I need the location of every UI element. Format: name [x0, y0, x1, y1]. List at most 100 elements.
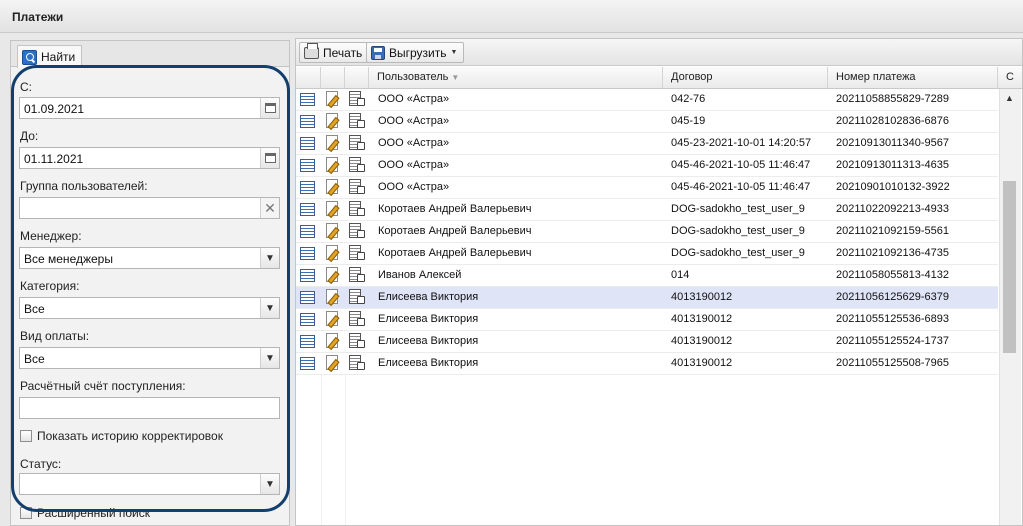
row-document-button[interactable] [349, 135, 366, 152]
show-history-checkbox[interactable] [20, 430, 32, 442]
edit-icon [326, 113, 338, 128]
payment-type-dropdown-button[interactable]: ▼ [260, 348, 279, 368]
cell-user: Елисеева Виктория [378, 291, 479, 303]
table-row[interactable]: ООО «Астра» 042-76 20211058855829-7289 [296, 89, 998, 111]
row-document-button[interactable] [349, 289, 366, 306]
header-contract[interactable]: Договор [663, 67, 828, 88]
category-select[interactable]: Все ▼ [19, 297, 280, 319]
row-edit-button[interactable] [326, 267, 343, 284]
to-date-field[interactable]: 01.11.2021 [19, 147, 280, 169]
manager-select[interactable]: Все менеджеры ▼ [19, 247, 280, 269]
table-row[interactable]: Коротаев Андрей Валерьевич DOG-sadokho_te… [296, 199, 998, 221]
user-group-field[interactable]: ✕ [19, 197, 280, 219]
row-details-button[interactable] [300, 91, 317, 108]
row-edit-button[interactable] [326, 91, 343, 108]
table-row[interactable]: Иванов Алексей 014 20211058055813-4132 [296, 265, 998, 287]
print-button[interactable]: Печать [299, 42, 370, 63]
export-button[interactable]: Выгрузить ▼ [366, 42, 465, 63]
payments-grid: Печать Выгрузить ▼ Пользователь ▼ Договор… [295, 38, 1023, 526]
tab-find[interactable]: Найти [17, 45, 83, 68]
row-details-button[interactable] [300, 179, 317, 196]
details-icon [300, 313, 315, 326]
table-row[interactable]: Елисеева Виктория 4013190012 2021105612562… [296, 287, 998, 309]
document-icon [349, 311, 365, 326]
row-document-button[interactable] [349, 113, 366, 130]
row-edit-button[interactable] [326, 289, 343, 306]
row-edit-button[interactable] [326, 113, 343, 130]
to-date-calendar-button[interactable] [260, 148, 279, 168]
table-row[interactable]: Елисеева Виктория 4013190012 2021105512553… [296, 309, 998, 331]
status-dropdown-button[interactable]: ▼ [260, 474, 279, 494]
scroll-thumb[interactable] [1003, 181, 1016, 353]
row-document-button[interactable] [349, 223, 366, 240]
payment-type-label: Вид оплаты: [20, 329, 90, 343]
calendar-icon [264, 103, 276, 113]
from-date-field[interactable]: 01.09.2021 [19, 97, 280, 119]
row-details-button[interactable] [300, 355, 317, 372]
header-user[interactable]: Пользователь ▼ [369, 67, 663, 88]
table-row[interactable]: ООО «Астра» 045-46-2021-10-05 11:46:47 202… [296, 155, 998, 177]
row-document-button[interactable] [349, 157, 366, 174]
table-row[interactable]: ООО «Астра» 045-23-2021-10-01 14:20:57 202… [296, 133, 998, 155]
row-edit-button[interactable] [326, 311, 343, 328]
row-details-button[interactable] [300, 113, 317, 130]
header-extra[interactable]: С [998, 67, 1022, 88]
cell-user: Коротаев Андрей Валерьевич [378, 247, 532, 259]
cell-contract: 042-76 [671, 93, 706, 105]
row-document-button[interactable] [349, 245, 366, 262]
scroll-up-icon[interactable]: ▲ [1005, 93, 1014, 103]
row-details-button[interactable] [300, 201, 317, 218]
row-details-button[interactable] [300, 223, 317, 240]
row-details-button[interactable] [300, 267, 317, 284]
document-icon [349, 201, 365, 216]
cell-payment-number: 20211055125536-6893 [836, 313, 949, 325]
cell-contract: DOG-sadokho_test_user_9 [671, 203, 805, 215]
row-edit-button[interactable] [326, 179, 343, 196]
row-edit-button[interactable] [326, 245, 343, 262]
manager-dropdown-button[interactable]: ▼ [260, 248, 279, 268]
table-row[interactable]: Коротаев Андрей Валерьевич DOG-sadokho_te… [296, 243, 998, 265]
row-document-button[interactable] [349, 355, 366, 372]
table-row[interactable]: Коротаев Андрей Валерьевич DOG-sadokho_te… [296, 221, 998, 243]
user-group-clear-button[interactable]: ✕ [260, 198, 279, 218]
row-details-button[interactable] [300, 289, 317, 306]
row-document-button[interactable] [349, 311, 366, 328]
document-icon [349, 333, 365, 348]
cell-payment-number: 20211028102836-6876 [836, 115, 949, 127]
row-document-button[interactable] [349, 91, 366, 108]
row-edit-button[interactable] [326, 333, 343, 350]
edit-icon [326, 223, 338, 238]
cell-payment-number: 20211021092159-5561 [836, 225, 949, 237]
document-icon [349, 355, 365, 370]
row-details-button[interactable] [300, 333, 317, 350]
row-document-button[interactable] [349, 267, 366, 284]
row-document-button[interactable] [349, 333, 366, 350]
row-edit-button[interactable] [326, 157, 343, 174]
status-select[interactable]: ▼ [19, 473, 280, 495]
document-icon [349, 267, 365, 282]
row-document-button[interactable] [349, 179, 366, 196]
table-row[interactable]: Елисеева Виктория 4013190012 2021105512550… [296, 353, 998, 375]
category-dropdown-button[interactable]: ▼ [260, 298, 279, 318]
advanced-search-checkbox[interactable] [20, 507, 32, 519]
table-row[interactable]: ООО «Астра» 045-19 20211028102836-6876 [296, 111, 998, 133]
account-field[interactable] [19, 397, 280, 419]
row-details-button[interactable] [300, 311, 317, 328]
vertical-scrollbar[interactable]: ▲ [999, 89, 1021, 525]
from-date-calendar-button[interactable] [260, 98, 279, 118]
row-edit-button[interactable] [326, 135, 343, 152]
row-edit-button[interactable] [326, 223, 343, 240]
row-details-button[interactable] [300, 157, 317, 174]
row-document-button[interactable] [349, 201, 366, 218]
cell-contract: 4013190012 [671, 291, 733, 303]
edit-icon [326, 201, 338, 216]
payment-type-select[interactable]: Все ▼ [19, 347, 280, 369]
manager-label: Менеджер: [20, 229, 82, 243]
row-details-button[interactable] [300, 135, 317, 152]
row-edit-button[interactable] [326, 201, 343, 218]
header-payment-number[interactable]: Номер платежа [828, 67, 998, 88]
row-details-button[interactable] [300, 245, 317, 262]
table-row[interactable]: ООО «Астра» 045-46-2021-10-05 11:46:47 202… [296, 177, 998, 199]
row-edit-button[interactable] [326, 355, 343, 372]
table-row[interactable]: Елисеева Виктория 4013190012 2021105512552… [296, 331, 998, 353]
